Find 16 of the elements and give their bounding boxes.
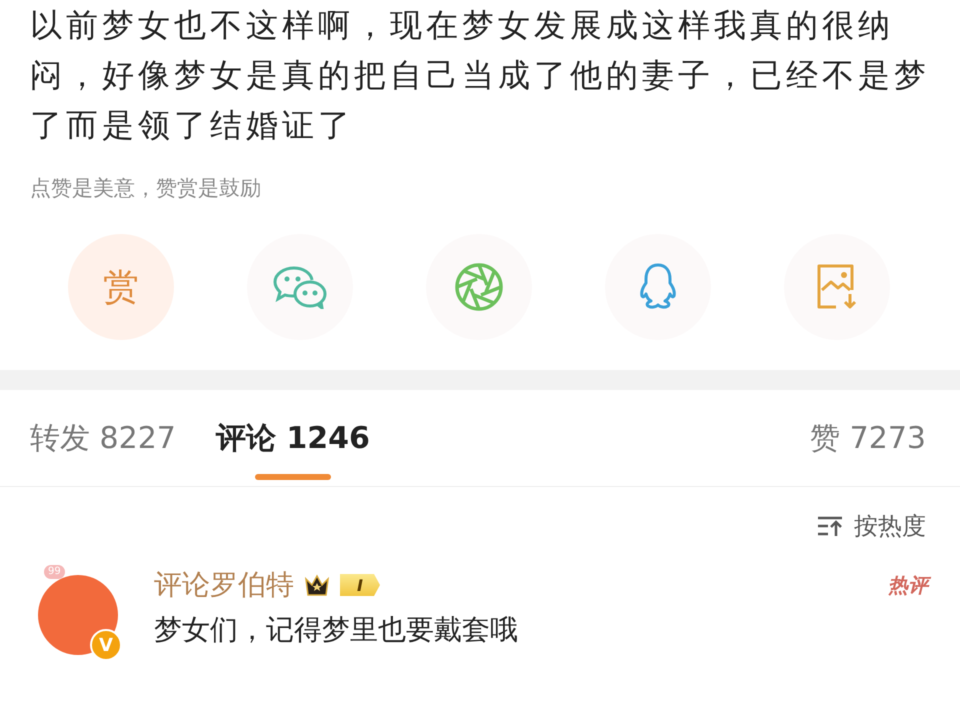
reward-hint: 点赞是美意，赞赏是鼓励 [30, 175, 262, 202]
sort-icon [816, 514, 844, 538]
tab[interactable]: 转发 8227 [30, 390, 176, 486]
comment-text: 梦女们，记得梦里也要戴套哦 [154, 612, 519, 648]
chat-bubbles-icon [272, 265, 328, 309]
avatar-badge: 99 [44, 565, 65, 579]
commenter-name[interactable]: 评论罗伯特 [154, 566, 294, 604]
likes-count[interactable]: 赞 7273 [810, 390, 926, 486]
sort-button[interactable]: 按热度 [854, 510, 926, 542]
aperture-icon [454, 262, 504, 312]
verified-badge: V [90, 629, 122, 661]
crown-icon [304, 573, 330, 597]
tab[interactable]: 评论 1246 [216, 390, 370, 486]
level-badge: I [340, 574, 380, 596]
reward-button[interactable]: 赏 [68, 234, 174, 340]
post-text: 以前梦女也不这样啊，现在梦女发展成这样我真的很纳闷，好像梦女是真的把自己当成了他的妻子，已经不是梦了而是领了结婚证了 [30, 5, 930, 146]
